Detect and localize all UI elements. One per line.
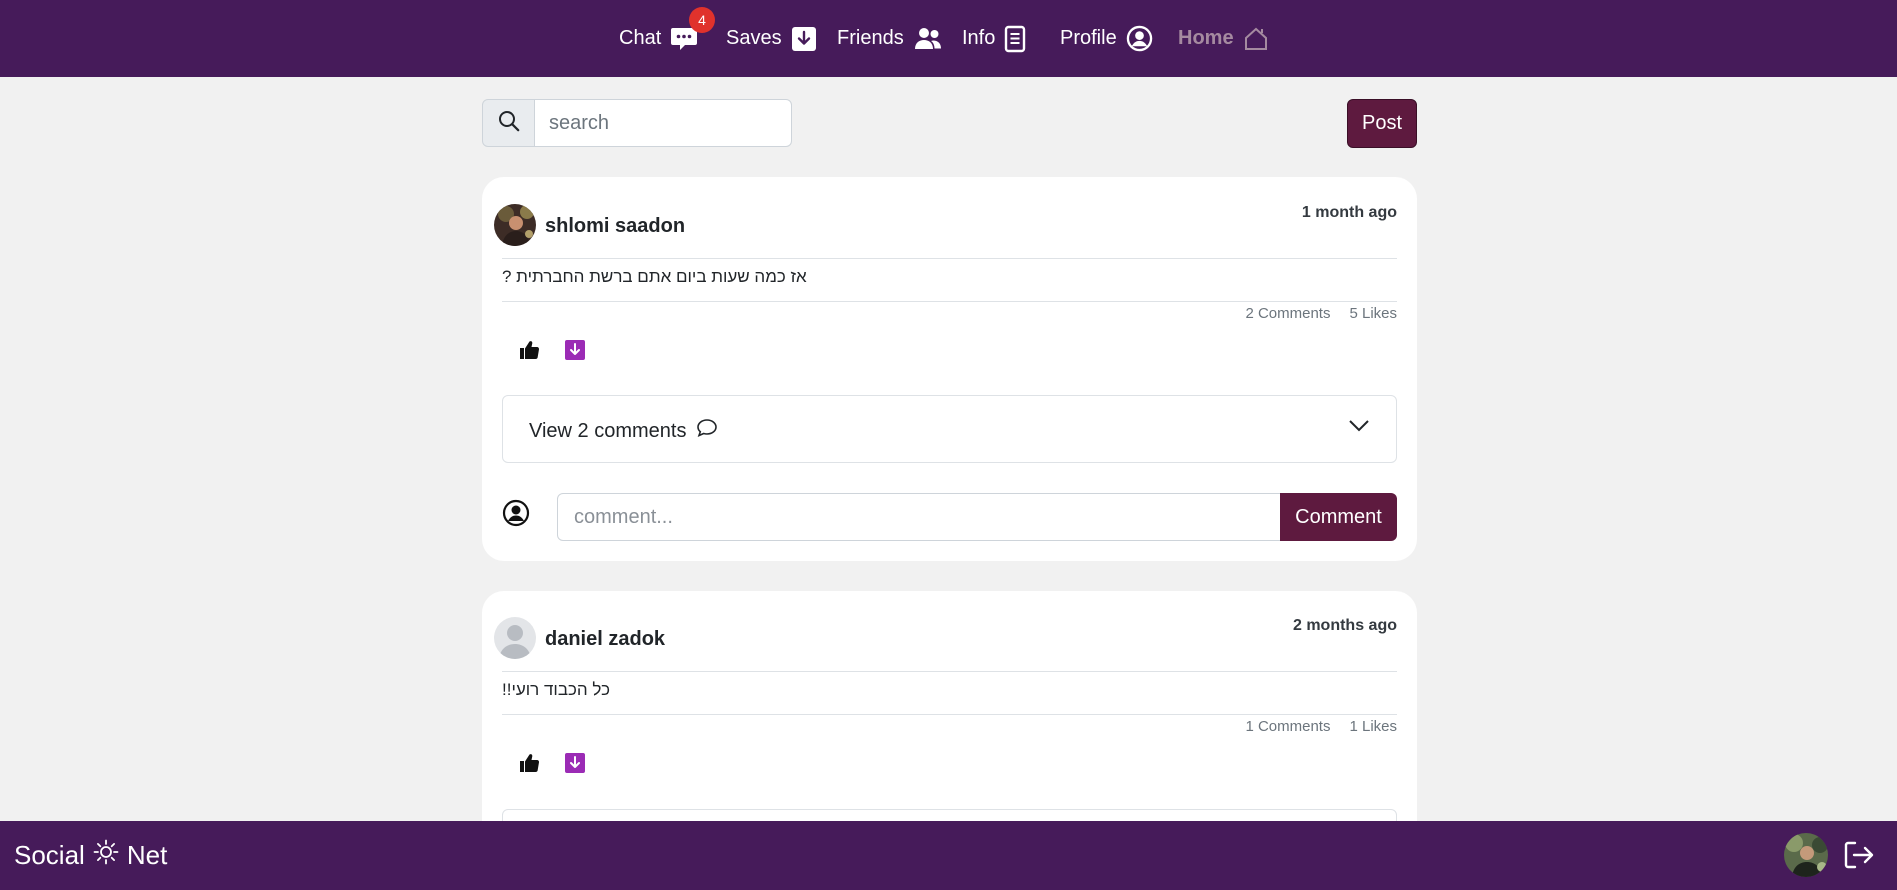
comment-input[interactable] [557,493,1284,541]
view-comments-label: View 2 comments [529,419,687,442]
post-stats: 1 Comments 1 Likes [1245,718,1397,735]
post-text: כל הכבוד רועי!! [502,680,610,699]
comments-count: 2 Comments [1245,305,1331,322]
nav-friends-label: Friends [837,27,904,49]
user-circle-icon [502,499,530,527]
post-text: אז כמה שעות ביום אתם ברשת החברתית ? [502,267,807,286]
divider [502,671,1397,672]
friends-icon [913,27,943,51]
download-icon[interactable] [564,339,586,361]
likes-count: 5 Likes [1349,305,1397,322]
comment-button[interactable]: Comment [1280,493,1397,541]
thumbs-up-icon[interactable] [518,339,540,361]
bottom-bar: Social Net [0,821,1897,890]
document-icon [1004,25,1026,53]
search-button[interactable] [482,99,535,147]
search-input[interactable] [534,99,792,147]
nav-chat-label: Chat [619,27,662,49]
nav-friends[interactable]: Friends [837,0,943,77]
view-comments-label-wrap: View 2 comments [529,418,718,444]
nav-profile-label: Profile [1060,27,1117,49]
nav-chat[interactable]: Chat [619,0,698,77]
post-button[interactable]: Post [1347,99,1417,148]
brand-left: Social [14,840,85,870]
brand-logo: Social Net [14,821,167,890]
search-icon [498,110,520,137]
nav-saves[interactable]: Saves [726,0,817,77]
post-stats: 2 Comments 5 Likes [1245,305,1397,322]
nav-home[interactable]: Home [1178,0,1269,77]
avatar[interactable] [494,617,536,659]
post-card: shlomi saadon 1 month ago אז כמה שעות בי… [482,177,1417,561]
nav-info-label: Info [962,27,996,49]
post-time: 1 month ago [1301,204,1397,221]
logout-icon[interactable] [1843,840,1875,875]
chevron-down-icon [1348,419,1370,438]
divider [502,301,1397,302]
sun-icon [93,839,119,872]
post-time: 2 months ago [1292,617,1397,634]
nav-saves-label: Saves [726,27,782,49]
chat-bubble-icon [696,418,718,444]
user-circle-icon [1126,25,1153,52]
nav-profile[interactable]: Profile [1060,0,1153,77]
likes-count: 1 Likes [1349,718,1397,735]
nav-info[interactable]: Info [962,0,1026,77]
nav-home-label: Home [1178,27,1234,49]
post-author[interactable]: shlomi saadon [545,215,685,238]
download-icon[interactable] [564,752,586,774]
divider [502,714,1397,715]
top-navbar: Chat 4 Saves Friends Info Profile Home [0,0,1897,77]
brand-right: Net [126,840,168,870]
download-icon [791,26,817,52]
post-author[interactable]: daniel zadok [545,628,665,651]
divider [502,258,1397,259]
thumbs-up-icon[interactable] [518,752,540,774]
view-comments-toggle[interactable]: View 2 comments [502,395,1397,463]
avatar[interactable] [1784,833,1828,877]
avatar[interactable] [494,204,536,246]
chat-unread-badge: 4 [689,7,715,33]
comments-count: 1 Comments [1245,718,1331,735]
house-icon [1243,27,1269,51]
